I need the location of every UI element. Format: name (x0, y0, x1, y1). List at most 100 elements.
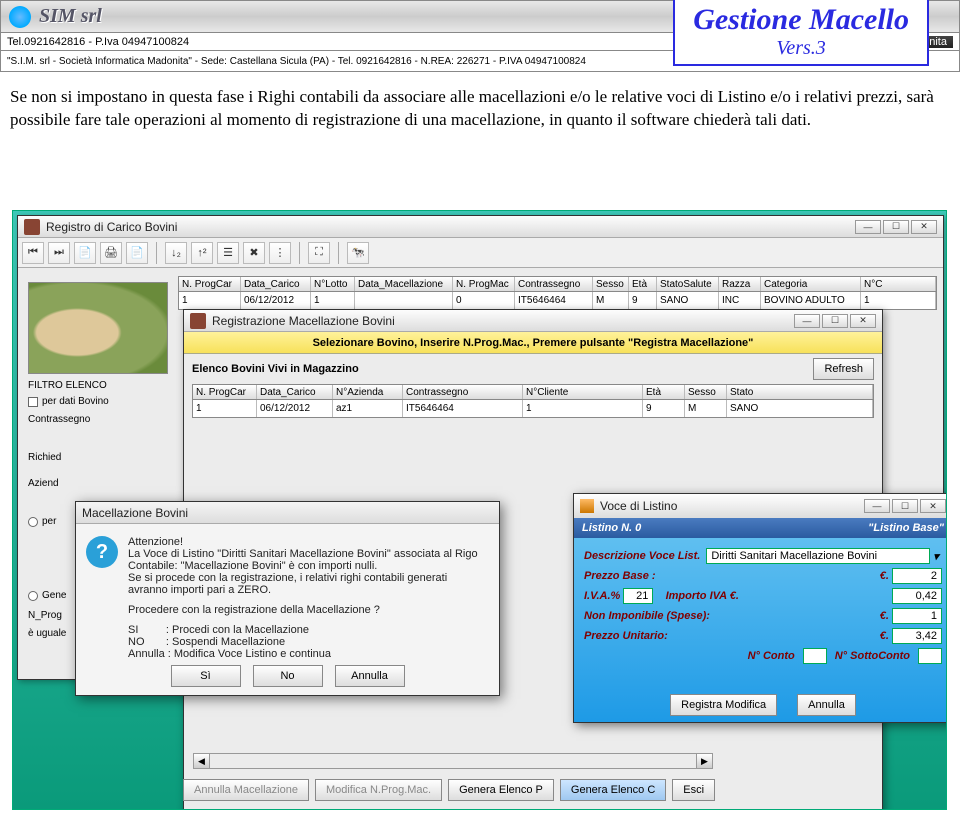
iva-input[interactable]: 21 (623, 588, 653, 604)
label-per: per (42, 516, 56, 527)
importo-iva-input[interactable]: 0,42 (892, 588, 942, 604)
nsub-input[interactable] (918, 648, 942, 664)
colh[interactable]: Data_Macellazione (355, 277, 453, 291)
registra-modifica-button[interactable]: Registra Modifica (670, 694, 777, 716)
copy-button[interactable]: 📄 (126, 242, 148, 264)
cell: IT5646464 (515, 292, 593, 309)
filter-title: FILTRO ELENCO (28, 380, 107, 391)
genera-elenco-c-button[interactable]: Genera Elenco C (560, 779, 666, 801)
filter-bovino-row: per dati Bovino (28, 396, 109, 407)
genera-elenco-p-button[interactable]: Genera Elenco P (448, 779, 554, 801)
colh[interactable]: Razza (719, 277, 761, 291)
colh[interactable]: Categoria (761, 277, 861, 291)
tel-text: Tel.0921642816 - P.Iva 04947100824 (7, 36, 189, 48)
cell: 1 (311, 292, 355, 309)
importo-iva-label: Importo IVA €. (666, 590, 739, 602)
scroll-right-icon[interactable]: ▶ (696, 754, 712, 768)
colh[interactable]: Sesso (685, 385, 727, 399)
esci-button[interactable]: Esci (672, 779, 715, 801)
titlebar-inner[interactable]: Registrazione Macellazione Bovini — ☐ ✕ (184, 310, 882, 332)
colh[interactable]: Età (643, 385, 685, 399)
intro-paragraph: Se non si impostano in questa fase i Rig… (10, 86, 950, 132)
unit-input[interactable]: 3,42 (892, 628, 942, 644)
grid-row-main[interactable]: 1 06/12/2012 1 0 IT5646464 M 9 SANO INC … (178, 292, 937, 310)
colh[interactable]: Contrassegno (515, 277, 593, 291)
more-button[interactable]: ⋮ (269, 242, 291, 264)
titlebar-main[interactable]: Registro di Carico Bovini — ☐ ✕ (18, 216, 943, 238)
colh[interactable]: N. ProgMac (453, 277, 515, 291)
screenshot-area: Registro di Carico Bovini — ☐ ✕ ⏮ ⏭ 📄 🖨 … (12, 210, 947, 810)
titlebar-listino[interactable]: Voce di Listino — ☐ ✕ (574, 494, 947, 518)
radio-gen[interactable] (28, 591, 38, 601)
nsub-label: N° SottoConto (835, 650, 910, 662)
doc-header: SIM srl Tel.0921642816 - P.Iva 049471008… (0, 0, 960, 72)
colh[interactable]: Data_Carico (241, 277, 311, 291)
cow-icon (24, 219, 40, 235)
listino-n-label: Listino N. 0 (582, 522, 641, 534)
cell (355, 292, 453, 309)
first-record-button[interactable]: ⏮ (22, 242, 44, 264)
msg-l3: Contabile: "Macellazione Bovini" è con i… (128, 560, 478, 572)
msg-l8: NO : Sospendi Macellazione (128, 636, 478, 648)
msg-l5: avranno importi pari a ZERO. (128, 584, 478, 596)
label-bovino: per dati Bovino (42, 396, 109, 407)
minimize-button[interactable]: — (855, 220, 881, 234)
colh[interactable]: Sesso (593, 277, 629, 291)
horizontal-scrollbar[interactable]: ◀ ▶ (193, 753, 713, 769)
colh[interactable]: N°Azienda (333, 385, 403, 399)
colh[interactable]: N. ProgCar (193, 385, 257, 399)
close-button[interactable]: ✕ (920, 499, 946, 513)
prezzo-input[interactable]: 2 (892, 568, 942, 584)
delete-button[interactable]: ✖ (243, 242, 265, 264)
msgbox-title: Macellazione Bovini (82, 506, 188, 520)
colh[interactable]: Contrassegno (403, 385, 523, 399)
close-button[interactable]: ✕ (911, 220, 937, 234)
last-record-button[interactable]: ⏭ (48, 242, 70, 264)
dropdown-icon[interactable]: ▾ (930, 550, 942, 563)
maximize-button[interactable]: ☐ (883, 220, 909, 234)
scroll-left-icon[interactable]: ◀ (194, 754, 210, 768)
modifica-progmac-button[interactable]: Modifica N.Prog.Mac. (315, 779, 442, 801)
nonimp-input[interactable]: 1 (892, 608, 942, 624)
si-button[interactable]: Sì (171, 665, 241, 687)
brand-name: SIM srl (39, 5, 102, 28)
export-button[interactable]: ⛶ (308, 242, 330, 264)
desc-input[interactable]: Diritti Sanitari Macellazione Bovini (706, 548, 930, 564)
minimize-button[interactable]: — (864, 499, 890, 513)
checkbox-bovino[interactable] (28, 397, 38, 407)
maximize-button[interactable]: ☐ (892, 499, 918, 513)
inner-grid-row[interactable]: 1 06/12/2012 az1 IT5646464 1 9 M SANO (192, 400, 874, 418)
colh[interactable]: Data_Carico (257, 385, 333, 399)
sort-asc-button[interactable]: ↑² (191, 242, 213, 264)
print-button[interactable]: 🖨 (100, 242, 122, 264)
close-button[interactable]: ✕ (850, 314, 876, 328)
label-gen: Gene (42, 590, 66, 601)
unit-label: Prezzo Unitario: (584, 630, 668, 642)
colh[interactable]: Stato (727, 385, 873, 399)
minimize-button[interactable]: — (794, 314, 820, 328)
msg-l9: Annulla : Modifica Voce Listino e contin… (128, 648, 478, 660)
yellow-instruction-bar: Selezionare Bovino, Inserire N.Prog.Mac.… (184, 332, 882, 354)
colh[interactable]: Età (629, 277, 657, 291)
colh[interactable]: N°Cliente (523, 385, 643, 399)
animal-button[interactable]: 🐄 (347, 242, 369, 264)
refresh-button[interactable]: Refresh (813, 358, 874, 380)
titlebar-msgbox[interactable]: Macellazione Bovini (76, 502, 499, 524)
colh[interactable]: StatoSalute (657, 277, 719, 291)
annulla-macellazione-button[interactable]: Annulla Macellazione (183, 779, 309, 801)
colh[interactable]: N°C (861, 277, 936, 291)
nconto-input[interactable] (803, 648, 827, 664)
radio-per[interactable] (28, 517, 38, 527)
sort-desc-button[interactable]: ↓₂ (165, 242, 187, 264)
colh[interactable]: N. ProgCar (179, 277, 241, 291)
new-doc-button[interactable]: 📄 (74, 242, 96, 264)
annulla-listino-button[interactable]: Annulla (797, 694, 856, 716)
euro-label: €. (880, 610, 889, 622)
list-button[interactable]: ☰ (217, 242, 239, 264)
maximize-button[interactable]: ☐ (822, 314, 848, 328)
euro-label: €. (880, 570, 889, 582)
colh[interactable]: N°Lotto (311, 277, 355, 291)
cell: 1 (861, 292, 936, 309)
annulla-button[interactable]: Annulla (335, 665, 405, 687)
no-button[interactable]: No (253, 665, 323, 687)
